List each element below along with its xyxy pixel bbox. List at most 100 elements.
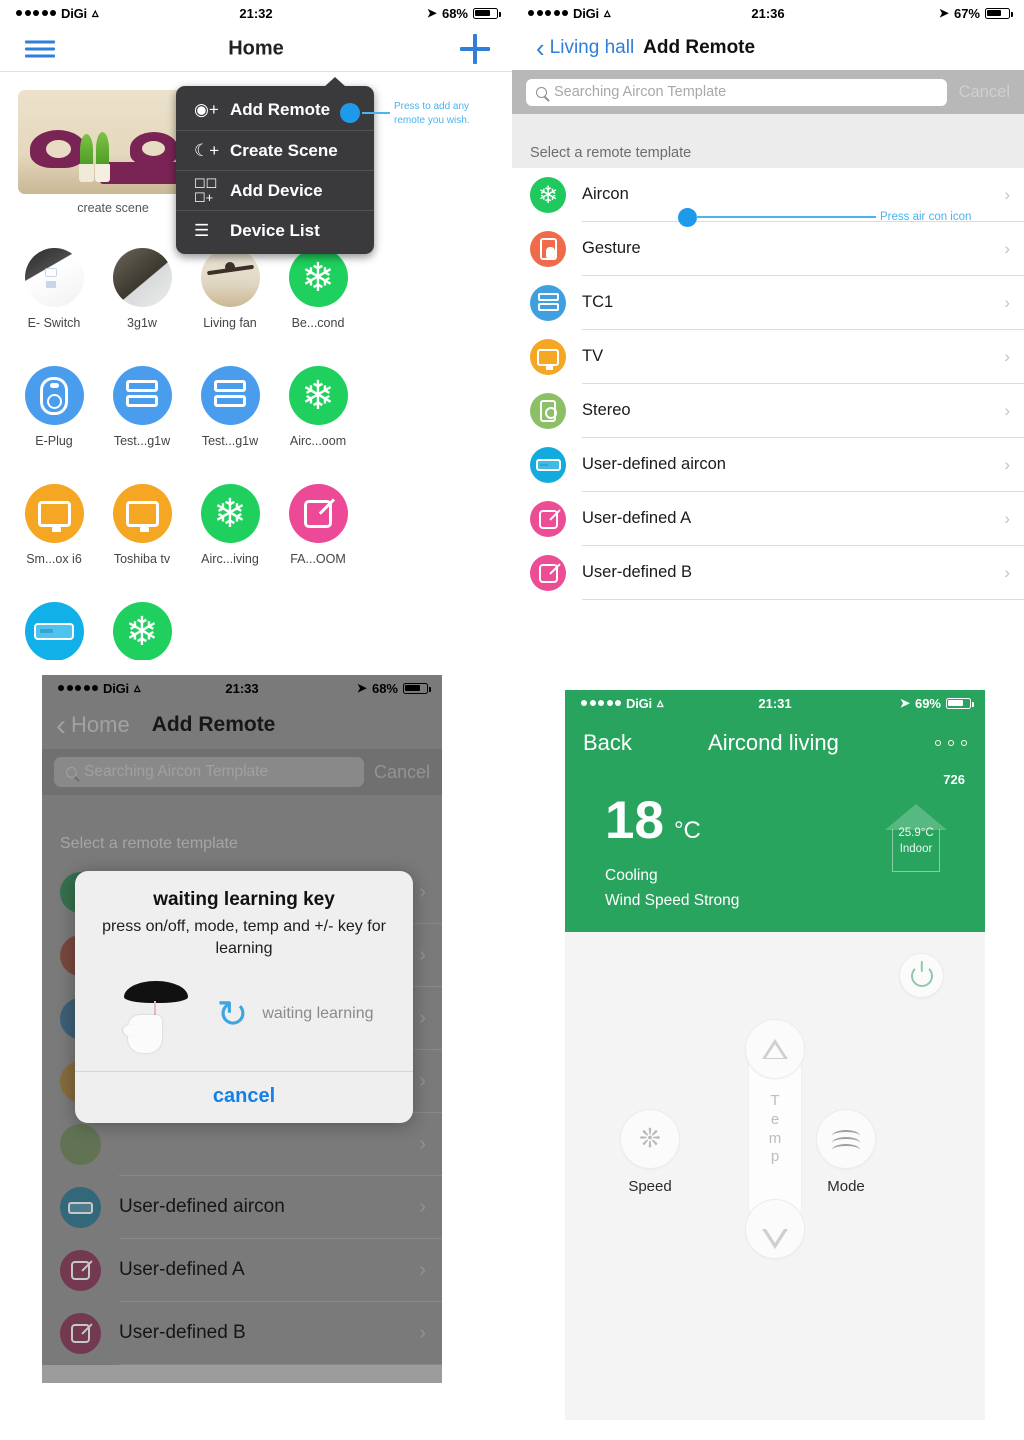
search-icon [536,86,547,98]
list-item-user-defined-aircon[interactable]: User-defined aircon › [42,1176,442,1239]
fan-icon: ❊ [639,1124,661,1154]
list-item-tc1[interactable]: TC1 › [512,276,1024,330]
device-label: Living fan [203,316,257,330]
three-dots-icon[interactable] [935,740,967,746]
pen-square-icon [530,501,566,537]
device-tile[interactable]: Test...g1w [186,366,274,484]
device-tile[interactable] [10,602,98,660]
list-item-gesture[interactable]: Gesture › [512,222,1024,276]
device-tile[interactable]: Test...g1w [98,366,186,484]
back-chevron-icon[interactable]: ‹ [536,35,545,61]
temp-down-button[interactable] [746,1200,804,1258]
device-tile[interactable]: E-Plug [10,366,98,484]
battery-icon [473,7,501,19]
list-item-user-defined-b[interactable]: User-defined B › [42,1302,442,1365]
search-placeholder: Searching Aircon Template [84,763,269,780]
list-item-stereo[interactable]: Stereo › [512,384,1024,438]
dialog-title: waiting learning key [153,889,335,910]
dialog-cancel-button[interactable]: cancel [213,1085,275,1107]
mode-button[interactable] [817,1110,875,1168]
hamburger-icon[interactable] [25,36,55,61]
signal-dots-icon [16,10,56,16]
chevron-right-icon: › [1004,346,1010,366]
cancel-button[interactable]: Cancel [959,83,1010,102]
wifi-icon: ▵ [603,5,611,20]
device-tile[interactable]: Living fan [186,248,274,366]
section-caption: Select a remote template [42,795,442,861]
two-bar-switch-icon [200,366,260,425]
device-label: Be...cond [291,316,345,330]
list-item-user-defined-aircon[interactable]: User-defined aircon › [512,438,1024,492]
device-grid: E- Switch 3g1w Living fan ❄ Be...cond E-… [10,248,400,660]
tap-marker-add-remote [340,103,360,123]
snowflake-icon: ❄ [288,248,348,307]
device-tile[interactable]: ❄ Airc...oom [274,366,362,484]
device-row: ❄ [10,602,400,660]
list-item-label: TC1 [582,293,614,311]
chevron-right-icon: › [419,943,426,966]
panel-aircond-remote: DiGi ▵ 21:31 ➤ 69% Back Aircond living 7… [565,690,985,1420]
status-bar: DiGi ▵ 21:31 ➤ 69% [565,690,985,716]
device-tile[interactable]: Toshiba tv [98,484,186,602]
list-item-label: Gesture [582,239,641,257]
search-input[interactable]: Searching Aircon Template [54,757,364,787]
list-item-user-defined-a[interactable]: User-defined A › [42,1239,442,1302]
navigation-bar: ‹ Living hall Add Remote [512,26,1024,70]
menu-item-add-device[interactable]: ☐☐ ☐+ Add Device [176,170,374,210]
status-left: DiGi ▵ [16,5,98,21]
device-tile[interactable]: Sm...ox i6 [10,484,98,602]
list-item-user-defined-a[interactable]: User-defined A › [512,492,1024,546]
tv-icon [24,484,84,543]
plus-icon[interactable] [460,33,490,64]
mode-label: Mode [827,1178,865,1195]
wifi-icon: ▵ [91,5,99,20]
device-code-label: 726 [943,772,965,787]
clock-label: 21:36 [751,5,785,21]
panel-waiting-learning: DiGi ▵ 21:33 ➤ 68% ‹ Home Add Remote Sear… [42,675,442,1383]
device-label: Test...g1w [201,434,259,448]
temp-up-button[interactable] [746,1020,804,1078]
list-item-label: User-defined B [119,1322,246,1343]
list-item-user-defined-b[interactable]: User-defined B › [512,546,1024,600]
panel-add-remote: DiGi ▵ 21:36 ➤ 67% ‹ Living hall Add Rem… [512,0,1024,660]
menu-item-create-scene[interactable]: ☾+ Create Scene [176,130,374,170]
power-icon[interactable] [900,954,943,997]
device-tile[interactable]: ❄ Be...cond [274,248,362,366]
pen-square-icon [60,1250,101,1291]
back-button[interactable]: ‹ Home [56,710,130,740]
menu-item-device-list[interactable]: ☰ Device List [176,210,374,250]
snowflake-icon: ❄ [288,366,348,425]
chevron-right-icon: › [419,1006,426,1029]
section-caption: Select a remote template [512,114,1024,168]
chevron-right-icon: › [419,1195,426,1218]
list-item-label: User-defined A [119,1259,245,1280]
moon-plus-icon: ☾+ [194,140,220,160]
snowflake-icon: ❄ [112,602,172,660]
header-area: DiGi ▵ 21:31 ➤ 69% Back Aircond living 7… [565,690,985,932]
device-tile[interactable]: 3g1w [98,248,186,366]
status-right: ➤ 67% [939,6,1013,21]
carrier-label: DiGi [573,5,599,21]
status-right: ➤ 69% [900,695,974,711]
device-tile[interactable]: FA...OOM [274,484,362,602]
device-tile[interactable]: ❄ [98,602,186,660]
cancel-button[interactable]: Cancel [374,762,430,783]
page-title: Add Remote [643,37,756,58]
search-input[interactable]: Searching Aircon Template [526,78,947,106]
status-left: DiGi ▵ [528,5,610,21]
back-button[interactable]: Living hall [550,37,635,59]
status-right: ➤ 68% [427,6,501,21]
battery-percent-label: 69% [914,695,941,711]
chevron-right-icon: › [1004,238,1010,258]
device-tile[interactable]: E- Switch [10,248,98,366]
device-row: E-Plug Test...g1w Test...g1w ❄ Airc...oo… [10,366,400,484]
status-left: DiGi ▵ [581,695,663,711]
list-item-label: User-defined A [582,509,692,527]
indoor-temperature-badge: 25.9°C Indoor [885,804,947,872]
device-tile[interactable]: ❄ Airc...iving [186,484,274,602]
list-item-label: TV [582,347,604,365]
page-title: Aircond living [708,730,839,755]
speed-button[interactable]: ❊ [621,1110,679,1168]
aircon-unit-icon [60,1187,101,1228]
list-item-tv[interactable]: TV › [512,330,1024,384]
